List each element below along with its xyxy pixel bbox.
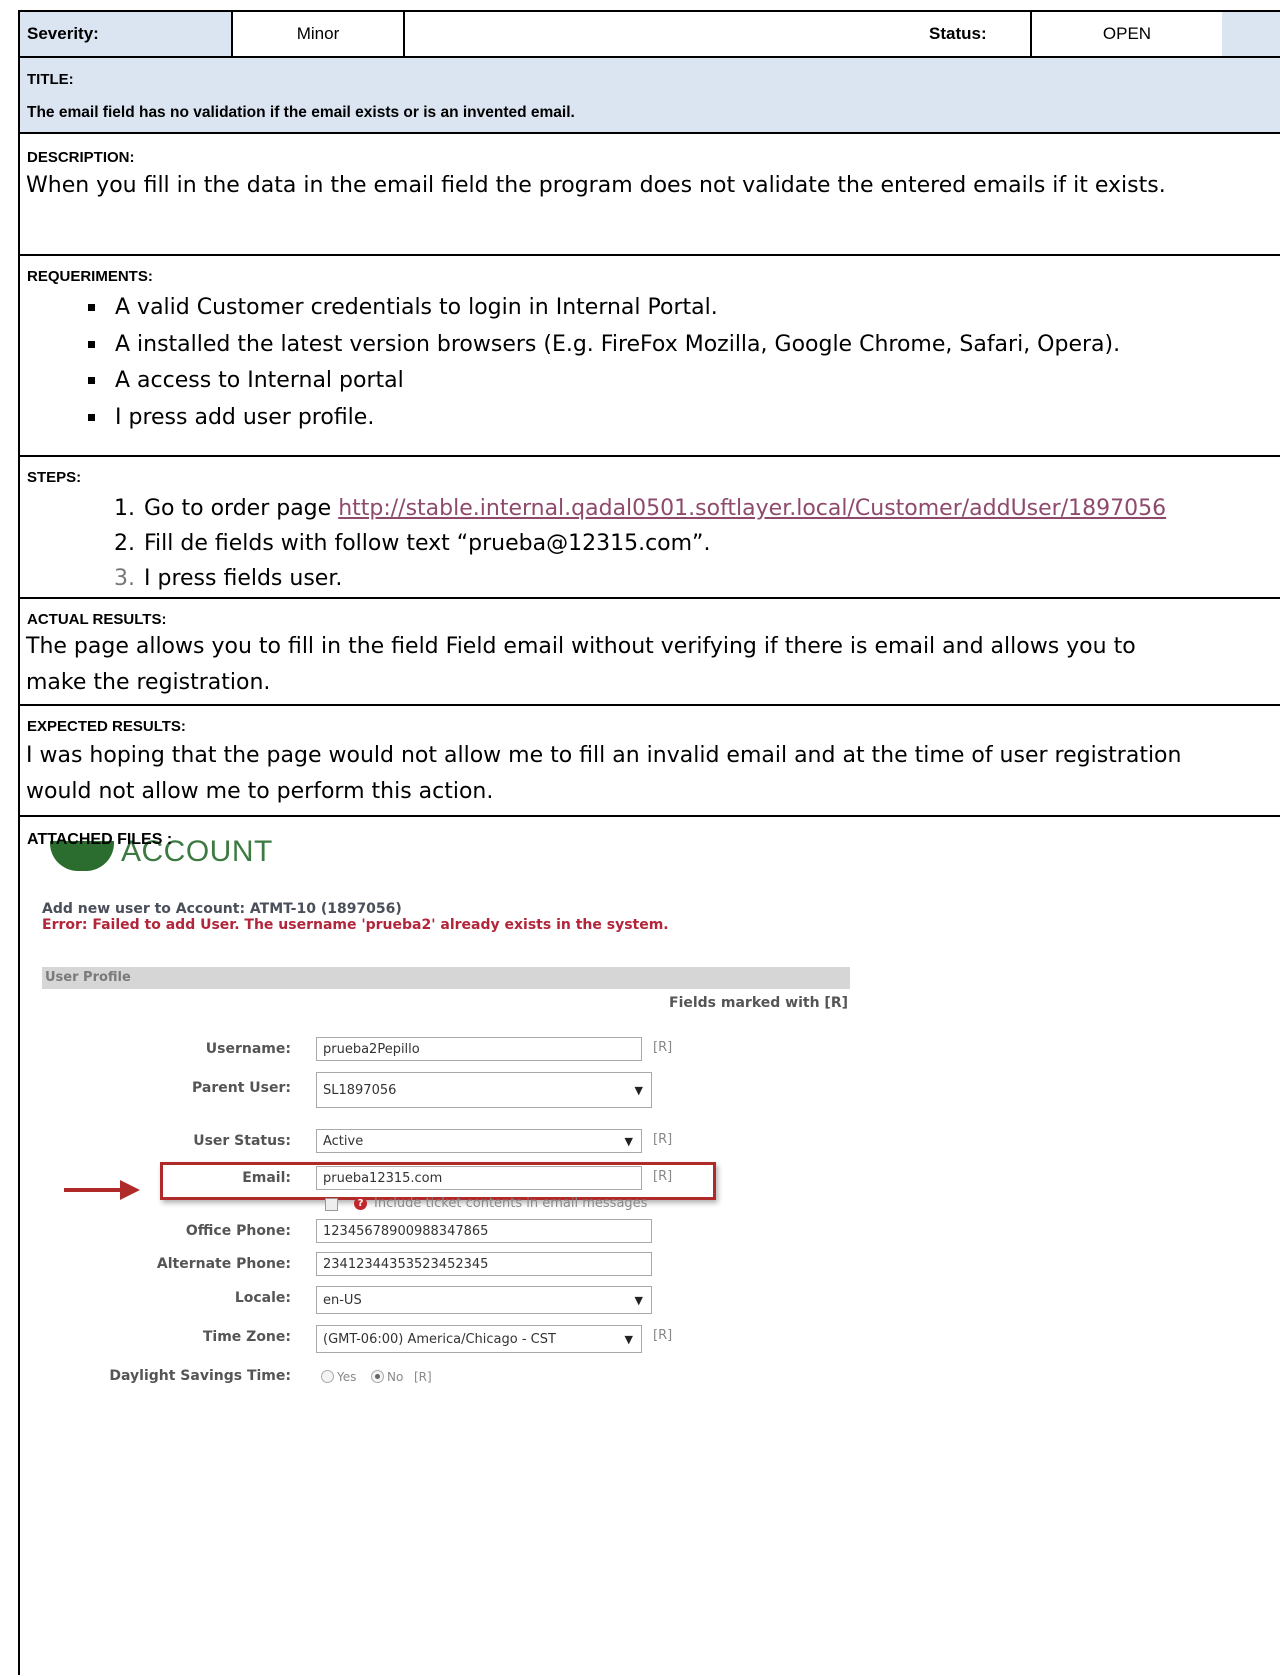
- attached-screenshot: ACCOUNT Add new user to Account: ATMT-10…: [20, 823, 850, 1443]
- expected-results-line2: would not allow me to perform this actio…: [26, 779, 494, 804]
- bullet-icon: [88, 413, 95, 421]
- dst-no-label: No: [387, 1370, 404, 1384]
- description-text: When you fill in the data in the email f…: [26, 173, 1166, 198]
- red-arrow-head-icon: [120, 1180, 140, 1200]
- description-label: DESCRIPTION:: [27, 149, 135, 166]
- steps-section: STEPS: 1. Go to order page http://stable.…: [20, 457, 1280, 599]
- list-item: A valid Customer credentials to login in…: [88, 290, 1120, 327]
- office-phone-label: Office Phone:: [185, 1223, 291, 1239]
- title-text: The email field has no validation if the…: [27, 104, 575, 121]
- locale-label: Locale:: [234, 1290, 291, 1306]
- expected-results-label: EXPECTED RESULTS:: [27, 718, 186, 735]
- expected-results-line1: I was hoping that the page would not all…: [26, 743, 1182, 768]
- required-marker: [R]: [653, 1040, 673, 1055]
- user-profile-header: User Profile: [42, 967, 850, 989]
- username-label: Username:: [205, 1041, 291, 1057]
- parent-user-select[interactable]: SL1897056 ▼: [316, 1072, 652, 1108]
- description-section: DESCRIPTION: When you fill in the data i…: [20, 132, 1280, 256]
- office-phone-row: Office Phone: 12345678900988347865: [20, 1219, 820, 1245]
- dst-row: Daylight Savings Time: Yes No [R]: [20, 1364, 820, 1390]
- severity-status-row: Severity: Minor Status: OPEN: [20, 12, 1280, 58]
- username-input[interactable]: prueba2Pepillo: [316, 1037, 642, 1061]
- help-icon: ?: [354, 1197, 367, 1210]
- title-section: TITLE: The email field has no validation…: [20, 58, 1280, 134]
- severity-value: Minor: [233, 12, 403, 56]
- list-item: A access to Internal portal: [88, 363, 1120, 400]
- bullet-icon: [88, 304, 95, 311]
- list-item: A installed the latest version browsers …: [88, 327, 1120, 364]
- dropdown-arrow-icon: ▼: [634, 1084, 643, 1097]
- username-row: Username: prueba2Pepillo [R]: [20, 1037, 820, 1063]
- requirements-section: REQUERIMENTS: A valid Customer credentia…: [20, 256, 1280, 457]
- locale-row: Locale: en-US ▼: [20, 1286, 820, 1314]
- actual-results-label: ACTUAL RESULTS:: [27, 611, 167, 628]
- locale-select[interactable]: en-US ▼: [316, 1286, 652, 1314]
- list-item: 2. Fill de fields with follow text “prueb…: [114, 531, 711, 556]
- title-label: TITLE:: [27, 71, 74, 88]
- bullet-icon: [88, 340, 95, 348]
- required-marker: [R]: [653, 1132, 673, 1147]
- list-item: 1. Go to order page http://stable.interna…: [114, 496, 1167, 521]
- time-zone-select[interactable]: (GMT-06:00) America/Chicago - CST ▼: [316, 1325, 642, 1353]
- time-zone-label: Time Zone:: [202, 1329, 291, 1345]
- dst-no-radio[interactable]: [371, 1370, 384, 1383]
- expected-results-section: EXPECTED RESULTS: I was hoping that the …: [20, 706, 1280, 817]
- office-phone-input[interactable]: 12345678900988347865: [316, 1219, 652, 1243]
- requirements-label: REQUERIMENTS:: [27, 268, 153, 285]
- red-arrow-icon: [64, 1188, 122, 1192]
- alternate-phone-input[interactable]: 23412344353523452345: [316, 1252, 652, 1276]
- include-ticket-checkbox[interactable]: [325, 1198, 338, 1211]
- error-message: Error: Failed to add User. The username …: [42, 917, 669, 933]
- user-status-label: User Status:: [193, 1133, 291, 1149]
- actual-results-section: ACTUAL RESULTS: The page allows you to f…: [20, 599, 1280, 706]
- include-ticket-label: Include ticket contents in email message…: [374, 1196, 648, 1211]
- highlight-box: [160, 1162, 716, 1200]
- dropdown-arrow-icon: ▼: [624, 1135, 633, 1148]
- parent-user-row: Parent User: SL1897056 ▼: [20, 1072, 820, 1108]
- dst-label: Daylight Savings Time:: [109, 1368, 291, 1384]
- alternate-phone-row: Alternate Phone: 23412344353523452345: [20, 1252, 820, 1278]
- status-label: Status:: [929, 24, 987, 43]
- steps-label: STEPS:: [27, 469, 82, 486]
- actual-results-line1: The page allows you to fill in the field…: [26, 634, 1136, 659]
- dropdown-arrow-icon: ▼: [634, 1294, 643, 1307]
- order-page-link[interactable]: http://stable.internal.qadal0501.softlay…: [338, 496, 1166, 521]
- attached-files-section: ATTACHED FILES : ACCOUNT Add new user to…: [20, 817, 1280, 1677]
- requirements-list: A valid Customer credentials to login in…: [88, 290, 1120, 437]
- dropdown-arrow-icon: ▼: [624, 1333, 633, 1346]
- required-marker: [R]: [653, 1328, 673, 1343]
- dst-yes-radio[interactable]: [321, 1370, 334, 1383]
- user-status-row: User Status: Active ▼ [R]: [20, 1129, 820, 1155]
- user-status-select[interactable]: Active ▼: [316, 1129, 642, 1153]
- add-user-heading: Add new user to Account: ATMT-10 (189705…: [42, 901, 402, 917]
- parent-user-label: Parent User:: [192, 1080, 291, 1096]
- bug-report-form: Severity: Minor Status: OPEN TITLE: The …: [18, 10, 1280, 1675]
- bullet-icon: [88, 377, 95, 384]
- severity-label: Severity:: [27, 24, 99, 43]
- list-item: I press add user profile.: [88, 400, 1120, 437]
- list-item: 3. I press fields user.: [114, 566, 343, 591]
- fields-marked-note: Fields marked with [R]: [669, 995, 848, 1011]
- required-marker: [R]: [414, 1370, 432, 1384]
- alternate-phone-label: Alternate Phone:: [156, 1256, 291, 1272]
- status-value: OPEN: [1032, 12, 1222, 56]
- attached-files-label: ATTACHED FILES :: [27, 831, 173, 848]
- steps-list: 1. Go to order page http://stable.interna…: [114, 491, 1166, 596]
- dst-yes-label: Yes: [337, 1370, 357, 1384]
- actual-results-line2: make the registration.: [26, 670, 271, 695]
- time-zone-row: Time Zone: (GMT-06:00) America/Chicago -…: [20, 1325, 820, 1353]
